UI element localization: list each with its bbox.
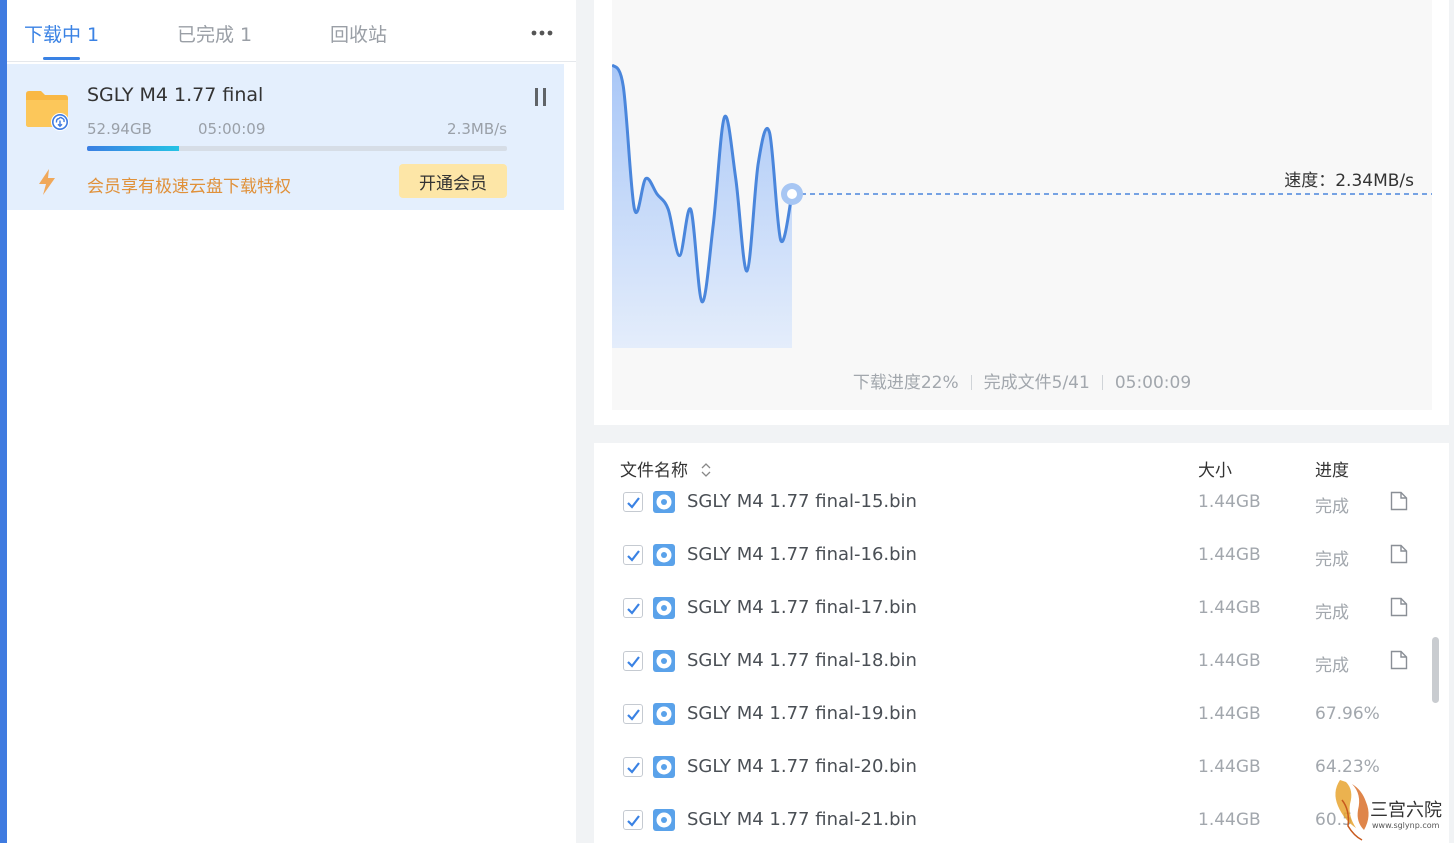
open-file-icon[interactable] bbox=[1390, 650, 1408, 670]
window-edge bbox=[0, 0, 7, 843]
stats-divider bbox=[1101, 375, 1103, 390]
column-header-size: 大小 bbox=[1198, 461, 1232, 481]
file-row[interactable]: SGLY M4 1.77 final-16.bin 1.44GB 完成 bbox=[594, 543, 1449, 596]
download-task-item[interactable]: SGLY M4 1.77 final 52.94GB 05:00:09 2.3M… bbox=[7, 64, 564, 210]
file-row[interactable]: SGLY M4 1.77 final-18.bin 1.44GB 完成 bbox=[594, 649, 1449, 702]
progress-percent-text: 下载进度22% bbox=[852, 373, 959, 393]
file-size: 1.44GB bbox=[1198, 651, 1261, 671]
download-stats: 下载进度22% 完成文件5/41 05:00:09 bbox=[612, 368, 1432, 393]
current-speed-marker-dot bbox=[787, 189, 797, 199]
remaining-time-text: 05:00:09 bbox=[1114, 373, 1192, 393]
file-progress: 64.23% bbox=[1315, 757, 1380, 777]
file-checkbox[interactable] bbox=[623, 757, 643, 777]
task-name: SGLY M4 1.77 final bbox=[87, 84, 264, 106]
disc-file-icon bbox=[653, 597, 675, 619]
file-name: SGLY M4 1.77 final-19.bin bbox=[687, 703, 917, 724]
checkmark-icon bbox=[627, 762, 640, 774]
tab-completed[interactable]: 已完成 1 bbox=[177, 20, 252, 47]
lightning-bolt-icon bbox=[39, 169, 55, 195]
tab-bar: 下载中 1 已完成 1 回收站 bbox=[7, 0, 576, 62]
open-file-icon[interactable] bbox=[1390, 544, 1408, 564]
tab-recycle-bin-label: 回收站 bbox=[330, 24, 388, 46]
file-name: SGLY M4 1.77 final-21.bin bbox=[687, 809, 917, 830]
file-checkbox[interactable] bbox=[623, 810, 643, 830]
vip-promo-text: 会员享有极速云盘下载特权 bbox=[87, 177, 291, 197]
checkmark-icon bbox=[627, 550, 640, 562]
stats-divider bbox=[970, 375, 972, 390]
tab-completed-count: 1 bbox=[240, 24, 253, 46]
task-remaining-time: 05:00:09 bbox=[198, 120, 266, 138]
file-size: 1.44GB bbox=[1198, 757, 1261, 777]
more-dots-icon bbox=[531, 30, 553, 36]
disc-file-icon bbox=[653, 491, 675, 513]
file-size: 1.44GB bbox=[1198, 704, 1261, 724]
pause-button[interactable] bbox=[533, 88, 549, 108]
file-checkbox[interactable] bbox=[623, 545, 643, 565]
file-size: 1.44GB bbox=[1198, 545, 1261, 565]
file-row[interactable]: SGLY M4 1.77 final-21.bin 1.44GB 60.5 bbox=[594, 808, 1449, 843]
checkmark-icon bbox=[627, 709, 640, 721]
checkmark-icon bbox=[627, 497, 640, 509]
file-size: 1.44GB bbox=[1198, 598, 1261, 618]
file-size: 1.44GB bbox=[1198, 492, 1261, 512]
checkmark-icon bbox=[627, 815, 640, 827]
open-file-icon[interactable] bbox=[1390, 491, 1408, 511]
disc-file-icon bbox=[653, 809, 675, 831]
current-speed-label: 速度：2.34MB/s bbox=[1284, 171, 1414, 191]
open-vip-button[interactable]: 开通会员 bbox=[399, 164, 507, 198]
file-checkbox[interactable] bbox=[623, 492, 643, 512]
disc-file-icon bbox=[653, 756, 675, 778]
file-progress: 完成 bbox=[1315, 497, 1349, 517]
column-header-progress: 进度 bbox=[1315, 461, 1349, 481]
checkmark-icon bbox=[627, 603, 640, 615]
file-list-panel: 文件名称 大小 进度 SGLY M4 1.77 final-15.bin 1.44… bbox=[594, 443, 1449, 843]
task-progress-fill bbox=[87, 146, 180, 151]
file-progress: 60.5 bbox=[1315, 810, 1353, 830]
file-row[interactable]: SGLY M4 1.77 final-15.bin 1.44GB 完成 bbox=[594, 490, 1449, 543]
file-checkbox[interactable] bbox=[623, 598, 643, 618]
file-progress: 67.96% bbox=[1315, 704, 1380, 724]
open-file-icon[interactable] bbox=[1390, 597, 1408, 617]
file-row[interactable]: SGLY M4 1.77 final-19.bin 1.44GB 67.96% bbox=[594, 702, 1449, 755]
file-list-scrollbar[interactable] bbox=[1432, 637, 1439, 703]
more-menu-button[interactable] bbox=[529, 14, 555, 44]
completed-files-text: 完成文件5/41 bbox=[983, 373, 1090, 393]
column-header-name-label: 文件名称 bbox=[620, 461, 688, 481]
task-progress-bar bbox=[87, 146, 507, 151]
disc-file-icon bbox=[653, 703, 675, 725]
column-header-name[interactable]: 文件名称 bbox=[620, 456, 711, 481]
tab-downloading-count: 1 bbox=[87, 24, 100, 46]
task-size: 52.94GB bbox=[87, 120, 152, 138]
file-size: 1.44GB bbox=[1198, 810, 1261, 830]
active-tab-indicator bbox=[43, 57, 80, 60]
tab-recycle-bin[interactable]: 回收站 bbox=[330, 20, 387, 47]
checkmark-icon bbox=[627, 656, 640, 668]
task-speed: 2.3MB/s bbox=[447, 120, 507, 138]
file-name: SGLY M4 1.77 final-18.bin bbox=[687, 650, 917, 671]
tab-completed-label: 已完成 bbox=[177, 24, 235, 46]
file-name: SGLY M4 1.77 final-15.bin bbox=[687, 491, 917, 512]
disc-file-icon bbox=[653, 544, 675, 566]
disc-file-icon bbox=[653, 650, 675, 672]
file-name: SGLY M4 1.77 final-16.bin bbox=[687, 544, 917, 565]
speed-chart-panel: 速度：2.34MB/s 下载进度22% 完成文件5/41 05:00:09 bbox=[594, 0, 1449, 425]
file-checkbox[interactable] bbox=[623, 651, 643, 671]
tab-downloading-label: 下载中 bbox=[24, 24, 82, 46]
file-name: SGLY M4 1.77 final-20.bin bbox=[687, 756, 917, 777]
file-checkbox[interactable] bbox=[623, 704, 643, 724]
file-progress: 完成 bbox=[1315, 656, 1349, 676]
speed-chart: 速度：2.34MB/s 下载进度22% 完成文件5/41 05:00:09 bbox=[612, 0, 1432, 410]
tab-downloading[interactable]: 下载中 1 bbox=[24, 20, 99, 47]
sort-icon bbox=[701, 463, 711, 477]
file-row[interactable]: SGLY M4 1.77 final-17.bin 1.44GB 完成 bbox=[594, 596, 1449, 649]
task-list-panel: 下载中 1 已完成 1 回收站 SGLY M4 1.77 final 52.94GB… bbox=[7, 0, 576, 843]
file-name: SGLY M4 1.77 final-17.bin bbox=[687, 597, 917, 618]
file-progress: 完成 bbox=[1315, 550, 1349, 570]
file-progress: 完成 bbox=[1315, 603, 1349, 623]
folder-download-icon bbox=[26, 91, 69, 131]
file-row[interactable]: SGLY M4 1.77 final-20.bin 1.44GB 64.23% bbox=[594, 755, 1449, 808]
